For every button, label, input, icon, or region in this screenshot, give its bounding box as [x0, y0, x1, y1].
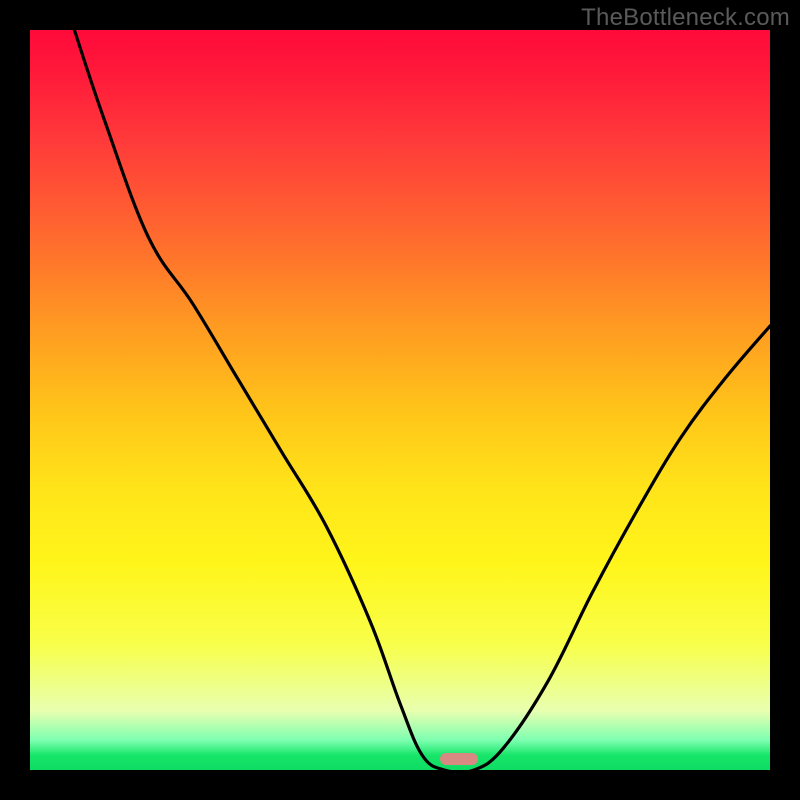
- chart-frame: TheBottleneck.com: [0, 0, 800, 800]
- watermark-text: TheBottleneck.com: [581, 4, 790, 32]
- plot-area: [30, 30, 770, 770]
- optimum-marker: [440, 753, 478, 765]
- bottleneck-curve: [30, 30, 770, 770]
